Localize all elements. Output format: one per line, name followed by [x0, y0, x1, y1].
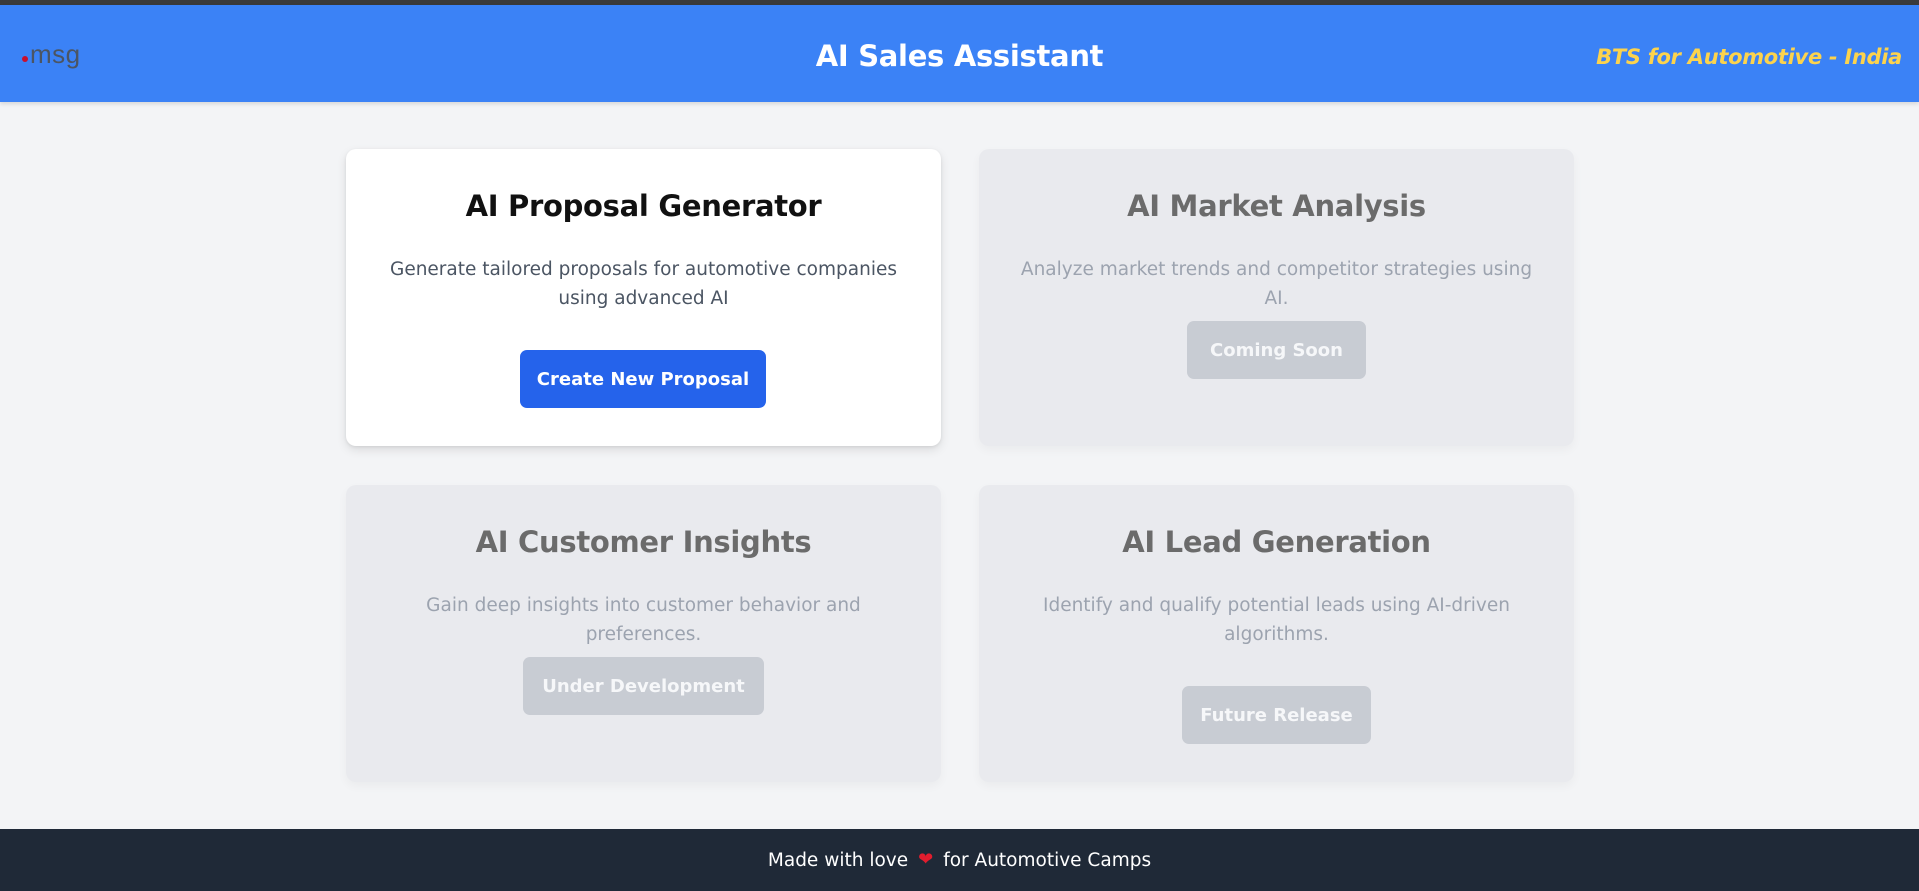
- app-footer: Made with love ❤ for Automotive Camps: [0, 829, 1919, 891]
- card-description: Generate tailored proposals for automoti…: [389, 259, 897, 309]
- card-description: Analyze market trends and competitor str…: [1020, 259, 1533, 309]
- create-new-proposal-button[interactable]: Create New Proposal: [520, 350, 766, 408]
- app-subtitle: BTS for Automotive - India: [1596, 45, 1902, 69]
- card-customer-insights: AI Customer Insights Gain deep insights …: [346, 485, 941, 782]
- card-market-analysis: AI Market Analysis Analyze market trends…: [979, 149, 1574, 446]
- card-title: AI Proposal Generator: [465, 189, 822, 223]
- card-proposal-generator: AI Proposal Generator Generate tailored …: [346, 149, 941, 446]
- card-title: AI Lead Generation: [1122, 525, 1431, 559]
- card-lead-generation: AI Lead Generation Identify and qualify …: [979, 485, 1574, 782]
- future-release-button: Future Release: [1182, 686, 1371, 744]
- coming-soon-button: Coming Soon: [1187, 321, 1366, 379]
- card-description: Identify and qualify potential leads usi…: [1043, 595, 1510, 645]
- footer-text-after: for Automotive Camps: [943, 849, 1152, 871]
- app-header: msg AI Sales Assistant BTS for Automotiv…: [0, 5, 1919, 102]
- under-development-button: Under Development: [523, 657, 764, 715]
- card-description: Gain deep insights into customer behavio…: [426, 595, 861, 645]
- heart-icon: ❤: [918, 849, 934, 870]
- card-title: AI Market Analysis: [1127, 189, 1426, 223]
- card-title: AI Customer Insights: [475, 525, 812, 559]
- footer-text-before: Made with love: [767, 849, 909, 871]
